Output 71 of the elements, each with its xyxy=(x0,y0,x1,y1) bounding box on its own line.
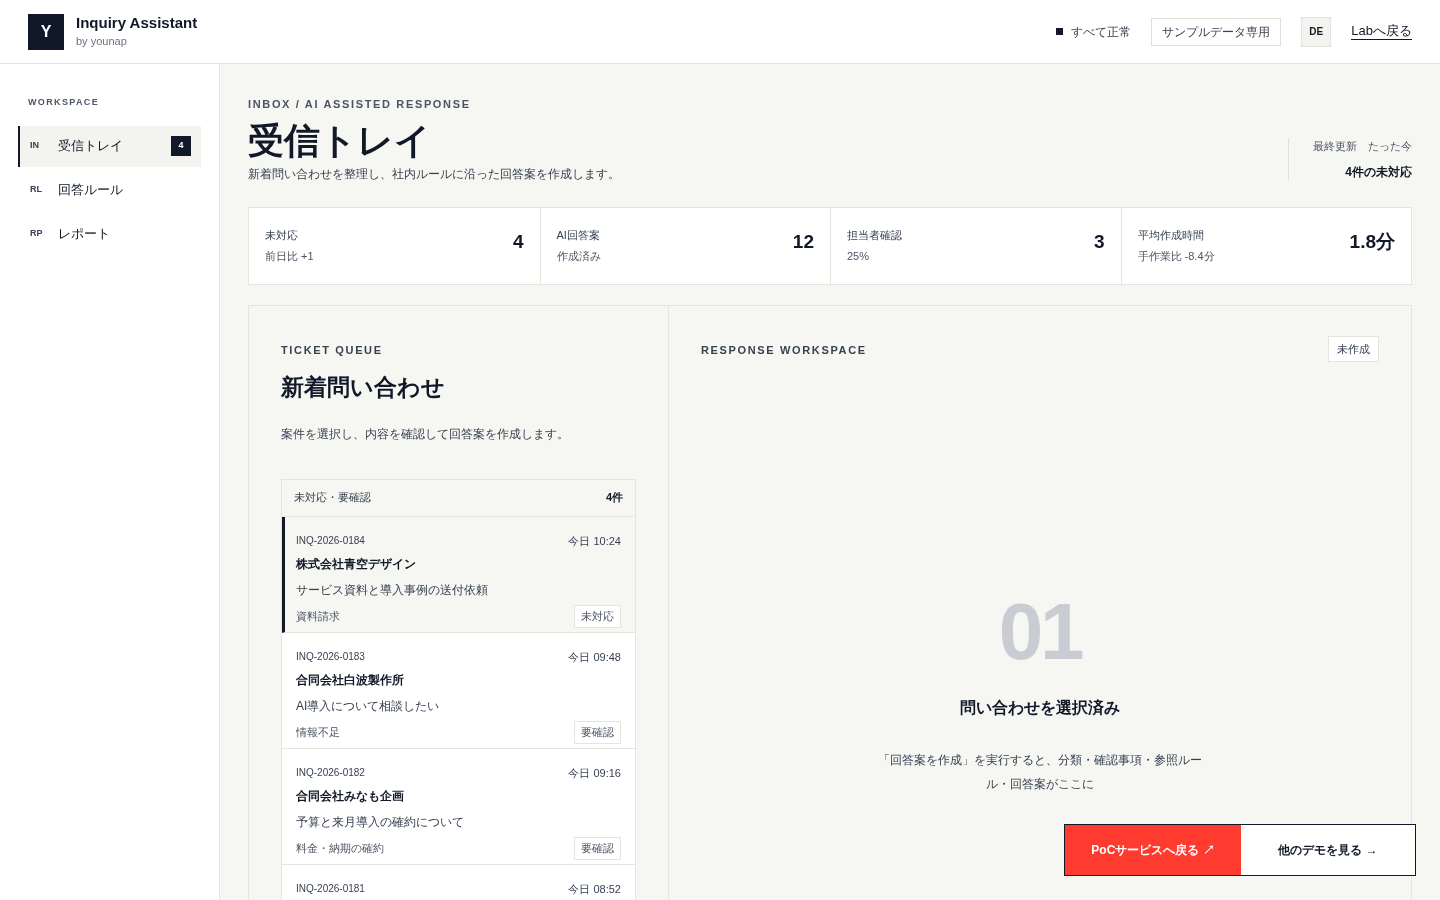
company-name: 合同会社白波製作所 xyxy=(296,672,405,689)
empty-title: 問い合わせを選択済み xyxy=(960,698,1120,718)
status-text: すべて正常 xyxy=(1071,23,1132,41)
stat-sub: 前日比 +1 xyxy=(265,248,314,264)
ticket-time: 今日 09:16 xyxy=(568,765,621,781)
ticket-item[interactable]: INQ-2026-0182 今日 09:16 合同会社みなも企画 予算と来月導入の確約について 料金・納期の確約 要確認 xyxy=(282,748,635,865)
ticket-tag: 資料請求 xyxy=(296,608,340,625)
stat-label: AI回答案 xyxy=(556,228,601,243)
stat-sub: 手作業比 -8.4分 xyxy=(1137,248,1215,264)
page-title: 受信トレイ xyxy=(248,118,432,163)
ticket-subject: 予算と来月導入の確約について xyxy=(296,814,465,831)
stat-label: 平均作成時間 xyxy=(1137,228,1205,243)
ticket-time: 今日 09:48 xyxy=(568,649,621,665)
stat-sub: 25% xyxy=(847,248,871,264)
workspace-eyebrow: RESPONSE WORKSPACE xyxy=(701,342,867,358)
app-subtitle: by younap xyxy=(76,34,128,50)
stat-sub: 作成済み xyxy=(556,248,601,264)
queue-eyebrow: TICKET QUEUE xyxy=(281,342,384,358)
stat-value: 12 xyxy=(792,229,814,254)
ticket-subject: サービス資料と導入事例の送付依頼 xyxy=(296,582,489,599)
sidebar-item[interactable]: RP レポート xyxy=(18,213,201,255)
app-title: Inquiry Assistant xyxy=(76,13,198,34)
page-eyebrow: INBOX / AI ASSISTED RESPONSE xyxy=(248,97,472,112)
logo: Y xyxy=(28,13,64,50)
ticket-id: INQ-2026-0181 xyxy=(296,881,365,896)
ticket-id: INQ-2026-0184 xyxy=(296,533,365,548)
stat-value: 4 xyxy=(512,229,524,254)
ticket-time: 今日 10:24 xyxy=(568,533,621,549)
stat-value: 3 xyxy=(1093,229,1105,254)
ticket-tag: 情報不足 xyxy=(296,724,340,741)
status-badge: 要確認 xyxy=(574,837,621,860)
stat-label: 未対応 xyxy=(265,228,299,243)
empty-text: 「回答案を作成」を実行すると、分類・確認事項・参照ルール・回答案がここに xyxy=(877,752,1203,793)
user-avatar[interactable]: DE xyxy=(1301,16,1332,47)
status-badge: 要確認 xyxy=(574,721,621,744)
item-label: 回答ルール xyxy=(58,181,123,200)
back-link[interactable]: Labへ戻る xyxy=(1351,23,1412,40)
draft-status-badge: 未作成 xyxy=(1328,335,1379,362)
item-code: RL xyxy=(30,183,43,197)
stat-label: 担当者確認 xyxy=(847,228,902,243)
status-badge: 未対応 xyxy=(574,605,621,628)
poc-service-button[interactable]: PoCサービスへ戻る ↗ xyxy=(1065,825,1241,875)
status-icon xyxy=(1056,28,1064,35)
other-demos-button[interactable]: 他のデモを見る → xyxy=(1241,825,1415,875)
pending-count: 4件の未対応 xyxy=(1345,163,1412,181)
item-label: レポート xyxy=(58,225,110,244)
last-updated: 最終更新 たった今 xyxy=(1313,139,1412,154)
ticket-tag: 料金・納期の確約 xyxy=(296,840,384,857)
ticket-item[interactable]: INQ-2026-0181 今日 08:52 xyxy=(282,864,635,900)
sidebar-item[interactable]: RL 回答ルール xyxy=(18,169,201,211)
list-count: 4件 xyxy=(605,490,623,506)
ticket-subject: AI導入について相談したい xyxy=(296,698,441,715)
count-badge: 4 xyxy=(171,136,191,156)
stat-value: 1.8分 xyxy=(1349,229,1395,254)
ticket-time: 今日 08:52 xyxy=(568,881,621,897)
sidebar-heading: WORKSPACE xyxy=(27,96,100,109)
queue-description: 案件を選択し、内容を確認して回答案を作成します。 xyxy=(281,425,570,443)
ticket-id: INQ-2026-0183 xyxy=(296,649,365,664)
ticket-item[interactable]: INQ-2026-0183 今日 09:48 合同会社白波製作所 AI導入について相談したい 情報不足 要確認 xyxy=(282,632,635,749)
page-description: 新着問い合わせを整理し、社内ルールに沿った回答案を作成します。 xyxy=(248,165,620,183)
company-name: 株式会社青空デザイン xyxy=(296,556,417,573)
queue-title: 新着問い合わせ xyxy=(281,373,446,402)
sample-data-badge: サンプルデータ専用 xyxy=(1151,17,1282,46)
ticket-id: INQ-2026-0182 xyxy=(296,765,365,780)
ticket-item[interactable]: INQ-2026-0184 今日 10:24 株式会社青空デザイン サービス資料と導入事例の送付依頼 資料請求 未対応 xyxy=(282,516,635,633)
list-label: 未対応・要確認 xyxy=(294,490,371,506)
sidebar-item[interactable]: IN 受信トレイ 4 xyxy=(18,125,201,167)
company-name: 合同会社みなも企画 xyxy=(296,788,405,805)
item-code: IN xyxy=(30,139,40,153)
item-code: RP xyxy=(30,227,44,241)
item-label: 受信トレイ xyxy=(58,137,123,156)
